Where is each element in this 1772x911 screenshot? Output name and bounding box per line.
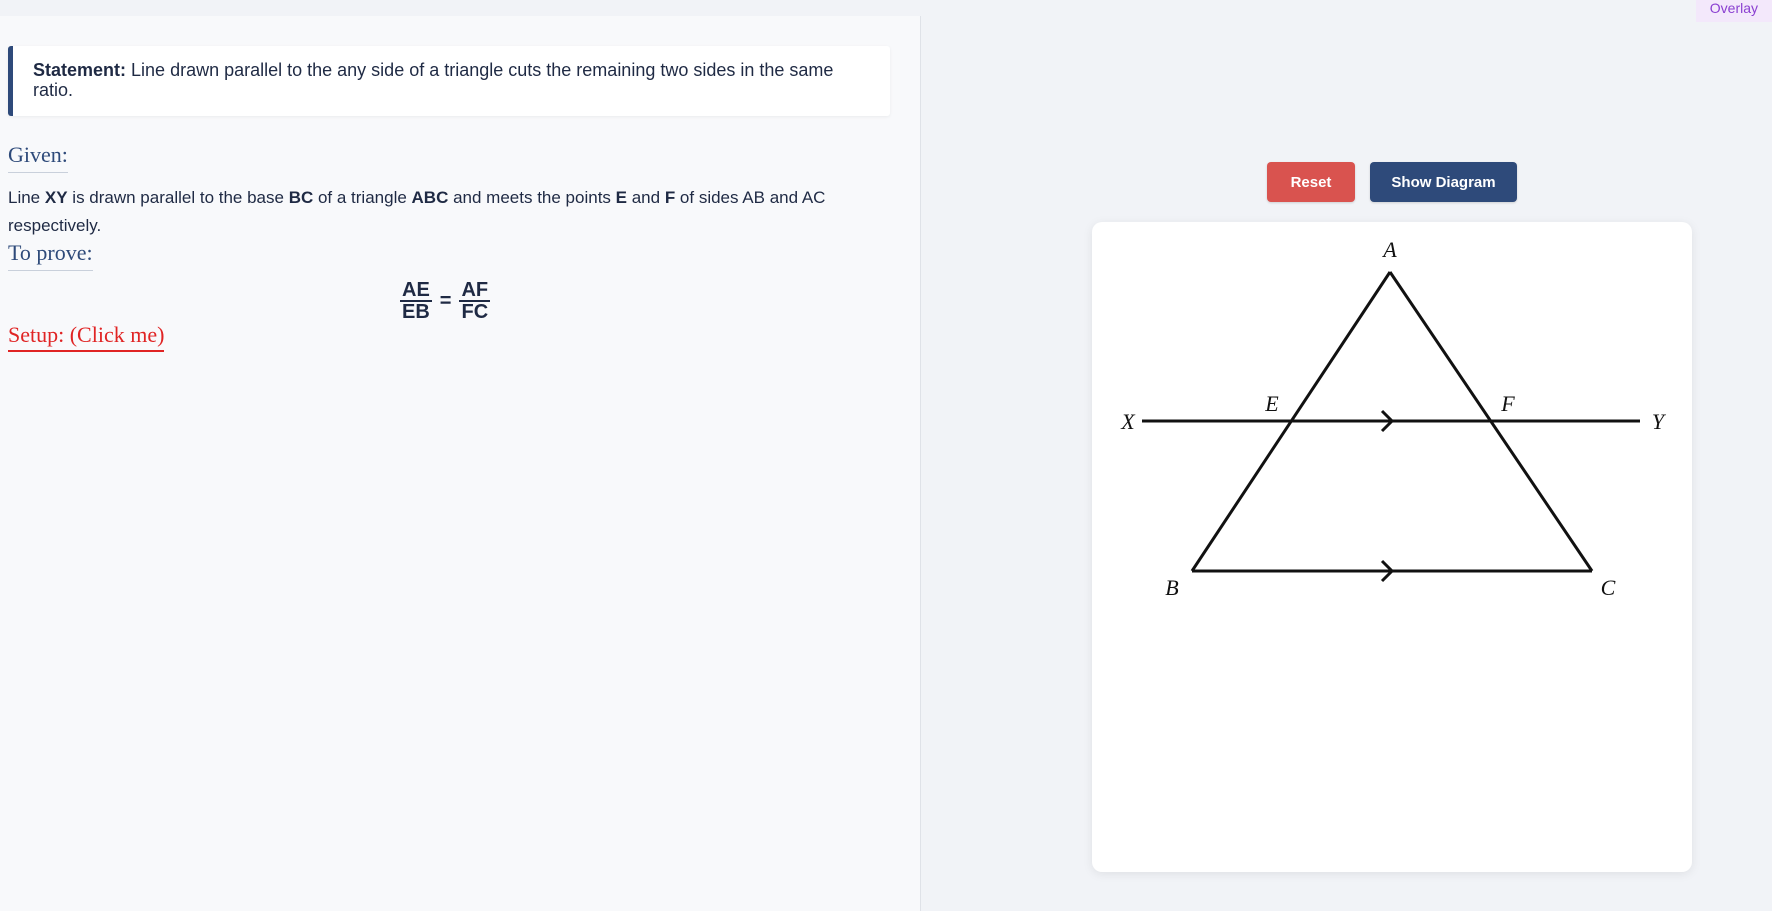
label-e: E — [1264, 391, 1279, 416]
reset-button[interactable]: Reset — [1267, 162, 1355, 202]
equals-sign: = — [439, 289, 452, 312]
statement-label: Statement: — [33, 60, 127, 80]
lhs-fraction: AE EB — [400, 280, 432, 322]
given-text-part: of a triangle — [313, 188, 412, 207]
statement-text: Line drawn parallel to the any side of a… — [33, 60, 834, 100]
given-point-f: F — [664, 188, 676, 207]
label-c: C — [1601, 575, 1616, 600]
lhs-numerator: AE — [400, 279, 432, 302]
triangle-diagram: A B C E F X Y — [1120, 237, 1667, 600]
given-text: Line XY is drawn parallel to the base BC… — [8, 184, 888, 240]
label-f: F — [1500, 391, 1515, 416]
label-y: Y — [1652, 409, 1667, 434]
top-bar — [0, 0, 1772, 16]
given-point-e: E — [615, 188, 627, 207]
given-line-xy: XY — [44, 188, 68, 207]
given-text-part: is drawn parallel to the base — [67, 188, 289, 207]
setup-link[interactable]: Setup: (Click me) — [8, 322, 165, 352]
ratio-equation: AE EB = AF FC — [400, 279, 491, 323]
given-text-part: Line — [8, 188, 45, 207]
overlay-toggle[interactable]: Overlay — [1695, 0, 1772, 22]
lhs-denominator: EB — [402, 301, 430, 323]
label-x: X — [1120, 409, 1136, 434]
given-heading: Given: — [8, 142, 68, 173]
diagram-card: A B C E F X Y — [1092, 222, 1692, 872]
given-triangle-abc: ABC — [411, 188, 449, 207]
given-text-part: and meets the points — [448, 188, 616, 207]
rhs-numerator: AF — [459, 279, 491, 302]
to-prove-heading: To prove: — [8, 240, 93, 271]
rhs-denominator: FC — [461, 301, 489, 323]
label-a: A — [1381, 237, 1397, 262]
statement-box: Statement: Line drawn parallel to the an… — [8, 46, 890, 116]
rhs-fraction: AF FC — [459, 279, 491, 323]
given-base-bc: BC — [288, 188, 314, 207]
label-b: B — [1165, 575, 1178, 600]
given-text-part: and — [627, 188, 665, 207]
show-diagram-button[interactable]: Show Diagram — [1370, 162, 1517, 202]
left-panel: Statement: Line drawn parallel to the an… — [0, 16, 921, 911]
